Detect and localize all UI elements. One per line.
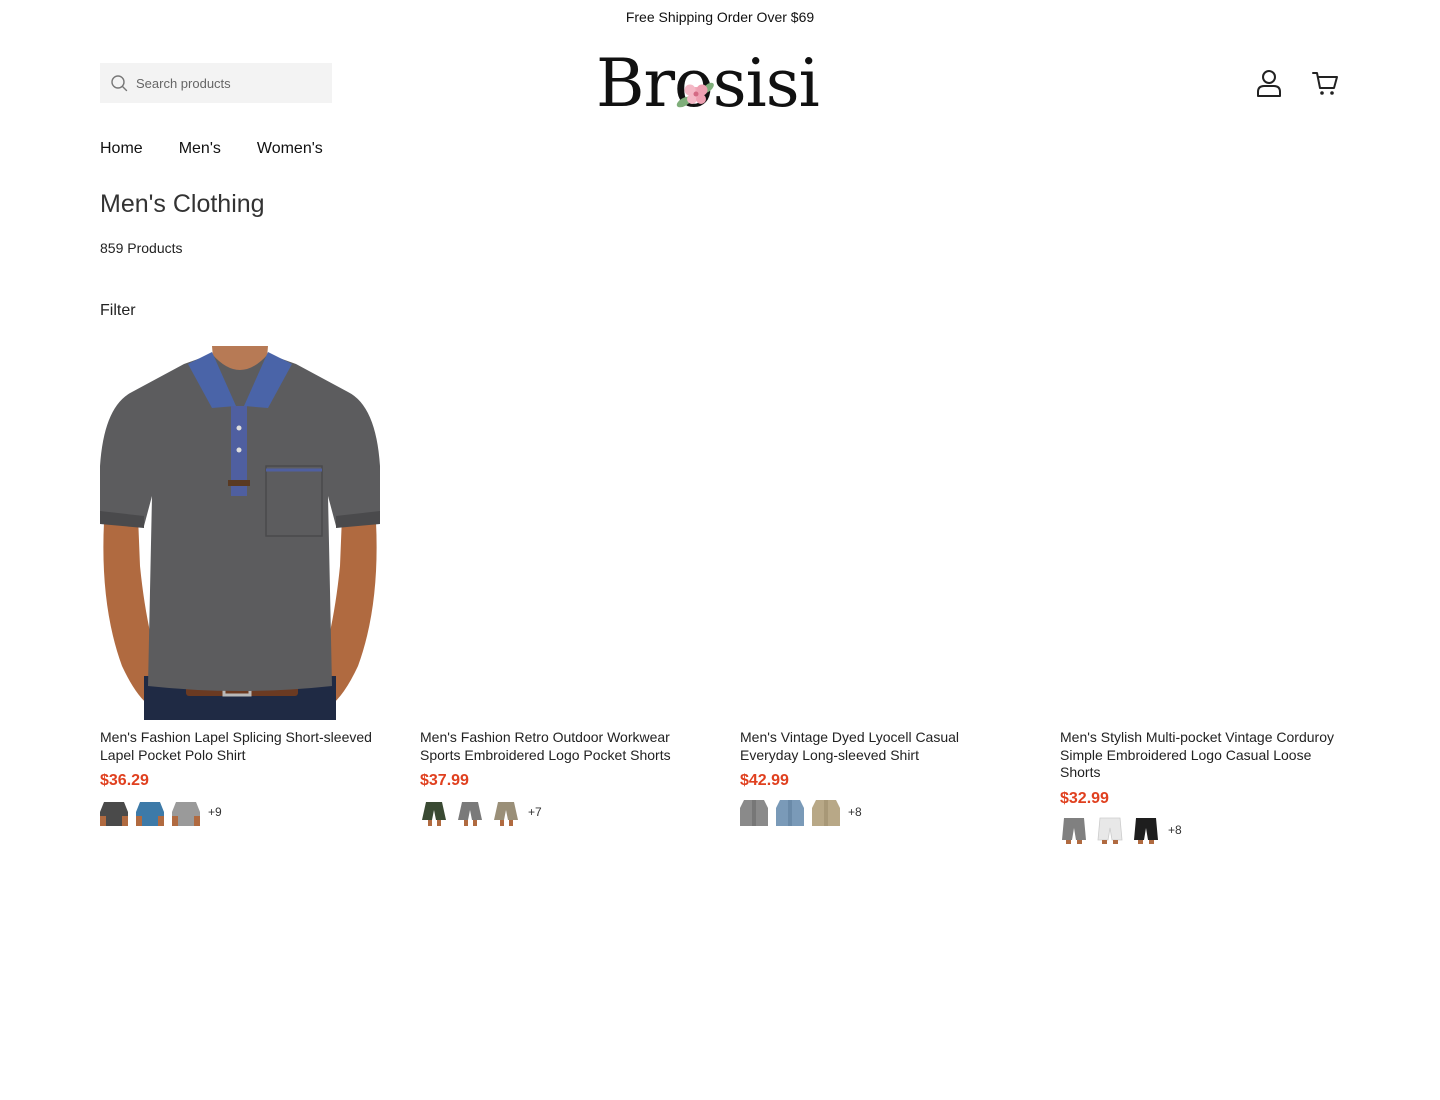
color-swatch[interactable] xyxy=(1060,815,1088,844)
product-title[interactable]: Men's Fashion Retro Outdoor Workwear Spo… xyxy=(420,729,700,764)
product-image[interactable] xyxy=(100,346,380,720)
product-image[interactable] xyxy=(1060,346,1340,720)
color-swatch[interactable] xyxy=(1132,815,1160,844)
announcement-bar: Free Shipping Order Over $69 xyxy=(625,9,815,25)
search-bar[interactable] xyxy=(100,63,332,103)
product-card: Men's Vintage Dyed Lyocell Casual Everyd… xyxy=(740,346,1020,844)
product-image[interactable] xyxy=(740,346,1020,720)
color-swatches: +8 xyxy=(740,798,1020,826)
color-swatch[interactable] xyxy=(420,798,448,826)
brand-logo[interactable]: Brosisi xyxy=(596,44,848,124)
nav-item-home[interactable]: Home xyxy=(100,138,143,160)
color-swatches: +7 xyxy=(420,798,700,826)
product-card: Men's Fashion Lapel Splicing Short-sleev… xyxy=(100,346,380,844)
product-price: $37.99 xyxy=(420,772,469,789)
filter-button[interactable]: Filter xyxy=(100,302,136,320)
product-title[interactable]: Men's Stylish Multi-pocket Vintage Cordu… xyxy=(1060,729,1340,782)
more-colors-count[interactable]: +8 xyxy=(1168,823,1182,837)
product-price: $36.29 xyxy=(100,772,149,789)
color-swatch[interactable] xyxy=(492,798,520,826)
color-swatch[interactable] xyxy=(172,798,200,826)
nav-item-mens[interactable]: Men's xyxy=(179,138,221,160)
product-count: 859 Products xyxy=(100,240,183,256)
main-nav: Home Men's Women's xyxy=(100,138,323,160)
product-title[interactable]: Men's Vintage Dyed Lyocell Casual Everyd… xyxy=(740,729,1020,764)
color-swatches: +8 xyxy=(1060,815,1340,844)
more-colors-count[interactable]: +7 xyxy=(528,805,542,819)
color-swatch[interactable] xyxy=(740,798,768,826)
product-price: $42.99 xyxy=(740,772,789,789)
product-image[interactable] xyxy=(420,346,700,720)
product-card: Men's Fashion Retro Outdoor Workwear Spo… xyxy=(420,346,700,844)
more-colors-count[interactable]: +8 xyxy=(848,805,862,819)
nav-item-womens[interactable]: Women's xyxy=(257,138,323,160)
account-icon[interactable] xyxy=(1254,68,1284,98)
color-swatch[interactable] xyxy=(1096,815,1124,844)
page-title: Men's Clothing xyxy=(100,190,265,218)
color-swatch[interactable] xyxy=(776,798,804,826)
product-card: Men's Stylish Multi-pocket Vintage Cordu… xyxy=(1060,346,1340,844)
search-icon xyxy=(111,75,128,92)
color-swatch[interactable] xyxy=(812,798,840,826)
search-input[interactable] xyxy=(136,75,326,91)
color-swatches: +9 xyxy=(100,798,380,826)
color-swatch[interactable] xyxy=(456,798,484,826)
flower-icon xyxy=(676,82,714,108)
more-colors-count[interactable]: +9 xyxy=(208,805,222,819)
cart-icon[interactable] xyxy=(1310,68,1340,98)
color-swatch[interactable] xyxy=(100,798,128,826)
product-title[interactable]: Men's Fashion Lapel Splicing Short-sleev… xyxy=(100,729,380,764)
product-grid: Men's Fashion Lapel Splicing Short-sleev… xyxy=(100,346,1340,844)
color-swatch[interactable] xyxy=(136,798,164,826)
product-price: $32.99 xyxy=(1060,789,1109,807)
